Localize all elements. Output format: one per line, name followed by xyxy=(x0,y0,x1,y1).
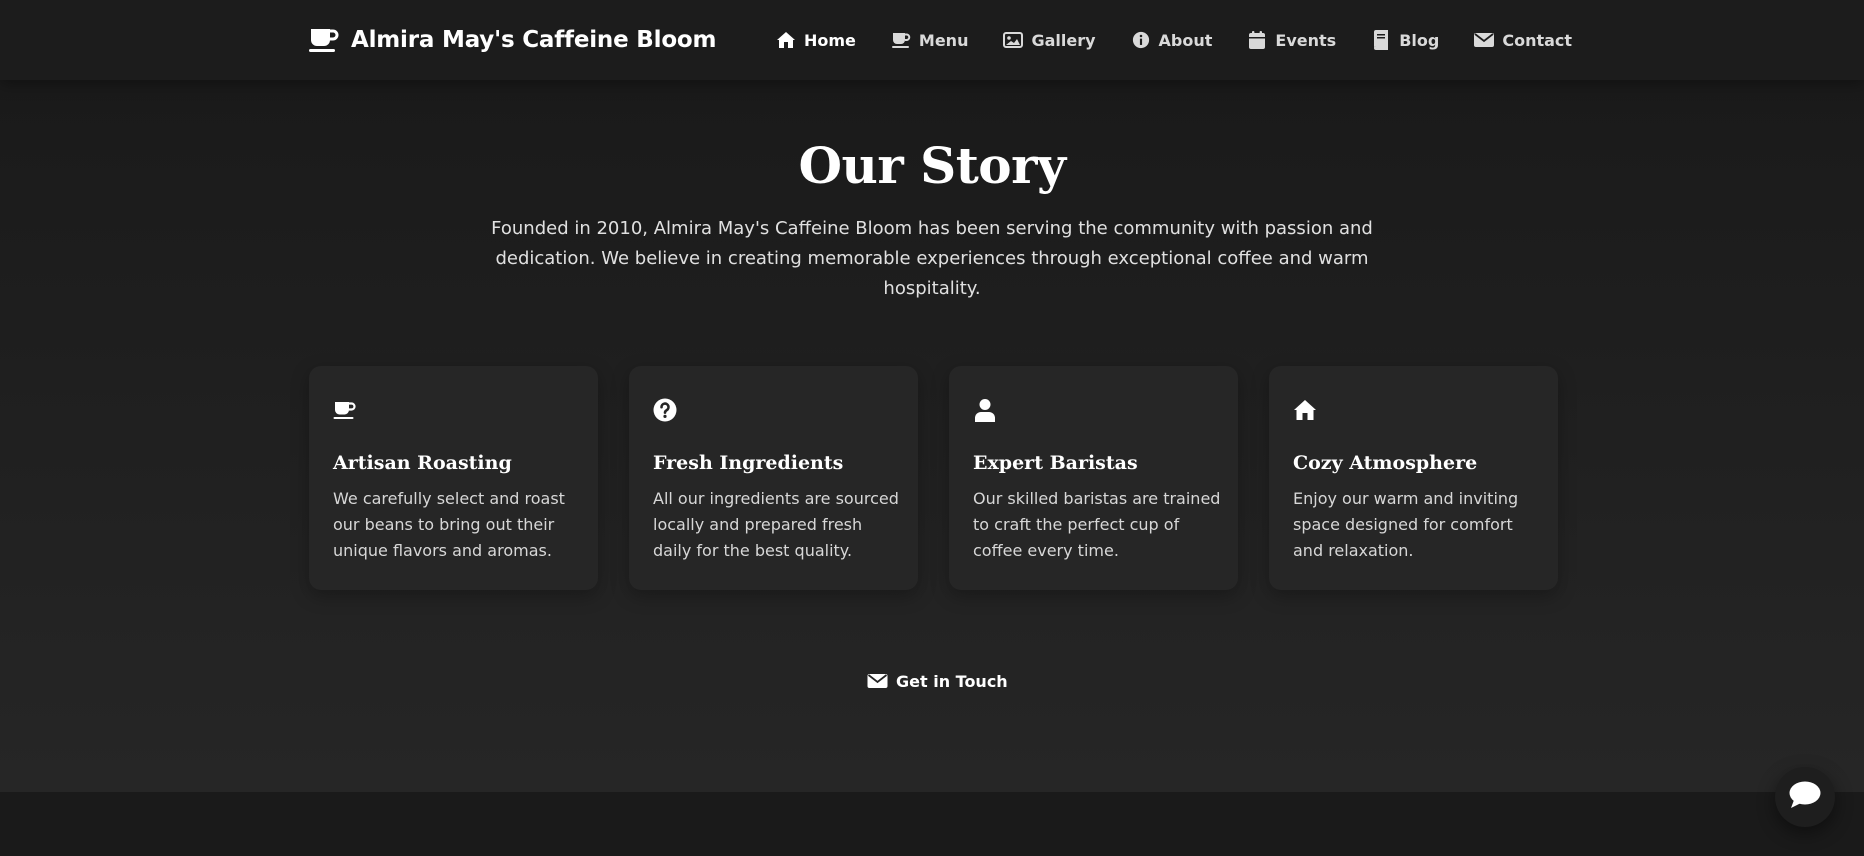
feature-card: Expert Baristas Our skilled baristas are… xyxy=(949,366,1238,590)
question-circle-icon xyxy=(653,398,677,422)
feature-text: We carefully select and roast our beans … xyxy=(333,489,565,560)
user-icon xyxy=(973,398,997,422)
calendar-icon xyxy=(1247,31,1267,49)
feature-card: Artisan Roasting We carefully select and… xyxy=(309,366,598,590)
get-in-touch-button[interactable]: Get in Touch xyxy=(866,666,1008,696)
image-icon xyxy=(1003,31,1024,49)
nav-label-home: Home xyxy=(804,30,856,50)
coffee-cup-icon xyxy=(309,27,339,53)
our-story-section: Our Story Founded in 2010, Almira May's … xyxy=(0,80,1864,792)
brand-link[interactable]: Almira May's Caffeine Bloom xyxy=(309,22,716,58)
info-icon xyxy=(1131,31,1151,49)
coffee-cup-icon xyxy=(333,398,357,422)
nav-item-contact[interactable]: Contact xyxy=(1474,24,1572,56)
nav-label-gallery: Gallery xyxy=(1031,30,1096,50)
nav-item-blog[interactable]: Blog xyxy=(1371,24,1439,56)
chat-bubble-icon xyxy=(1788,780,1822,814)
nav-item-menu[interactable]: Menu xyxy=(891,24,969,56)
page-title: Our Story xyxy=(798,136,1066,195)
feature-cards: Artisan Roasting We carefully select and… xyxy=(309,366,1558,590)
feature-card: Fresh Ingredients All our ingredients ar… xyxy=(629,366,918,590)
nav-label-blog: Blog xyxy=(1399,30,1440,50)
feature-title: Expert Baristas xyxy=(973,452,1138,474)
envelope-icon xyxy=(1474,31,1495,49)
home-icon xyxy=(1293,398,1317,422)
feature-text: Our skilled baristas are trained to craf… xyxy=(973,489,1221,560)
feature-card: Cozy Atmosphere Enjoy our warm and invit… xyxy=(1269,366,1558,590)
nav-item-home[interactable]: Home xyxy=(776,24,856,56)
home-icon xyxy=(776,31,796,49)
nav-label-contact: Contact xyxy=(1502,30,1573,50)
feature-title: Artisan Roasting xyxy=(333,452,512,474)
chat-button[interactable] xyxy=(1775,767,1835,827)
nav-item-gallery[interactable]: Gallery xyxy=(1003,24,1096,56)
site-header: Almira May's Caffeine Bloom Home Menu Ga… xyxy=(0,0,1864,80)
nav-label-about: About xyxy=(1158,30,1213,50)
nav-label-events: Events xyxy=(1275,30,1337,50)
nav-item-events[interactable]: Events xyxy=(1247,24,1336,56)
book-icon xyxy=(1371,30,1391,50)
feature-title: Cozy Atmosphere xyxy=(1293,452,1478,474)
envelope-icon xyxy=(866,672,888,690)
nav-label-menu: Menu xyxy=(918,30,969,50)
brand-name: Almira May's Caffeine Bloom xyxy=(351,27,717,53)
coffee-cup-icon xyxy=(891,31,911,49)
feature-title: Fresh Ingredients xyxy=(653,452,844,474)
footer xyxy=(0,792,1864,856)
nav-item-about[interactable]: About xyxy=(1131,24,1213,56)
feature-text: All our ingredients are sourced locally … xyxy=(653,489,899,560)
cta-label: Get in Touch xyxy=(896,671,1008,691)
main-nav: Home Menu Gallery About Events Blog Cont… xyxy=(776,24,1572,56)
feature-text: Enjoy our warm and inviting space design… xyxy=(1293,489,1519,560)
intro-text: Founded in 2010, Almira May's Caffeine B… xyxy=(491,218,1373,299)
